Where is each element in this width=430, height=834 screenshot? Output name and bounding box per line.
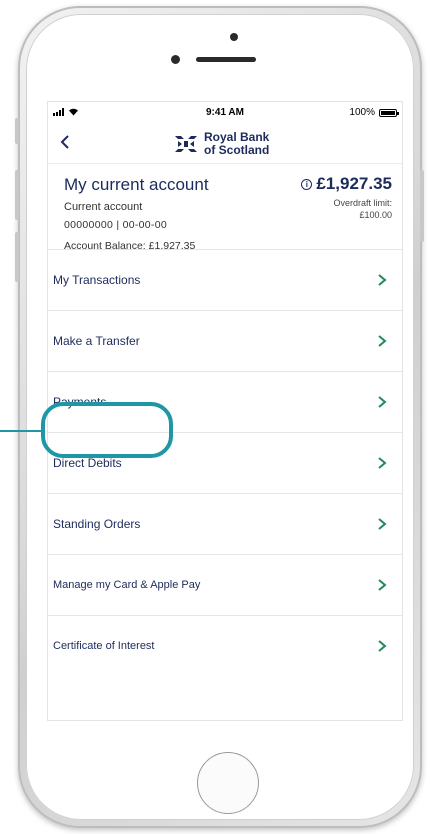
chevron-right-icon bbox=[378, 457, 387, 469]
chevron-right-icon bbox=[378, 579, 387, 591]
brand-line-2: of Scotland bbox=[204, 143, 270, 157]
chevron-right-icon bbox=[378, 640, 387, 652]
brand-name: Royal Bank of Scotland bbox=[204, 131, 269, 157]
status-bar: 9:41 AM 100% bbox=[48, 102, 402, 124]
menu-item-label: Certificate of Interest bbox=[53, 640, 155, 652]
menu-item-label: Manage my Card & Apple Pay bbox=[53, 579, 201, 591]
chevron-right-icon bbox=[378, 335, 387, 347]
mute-switch bbox=[15, 118, 19, 144]
menu-item-label: Make a Transfer bbox=[53, 334, 140, 348]
brand: Royal Bank of Scotland bbox=[173, 131, 269, 157]
rbs-logo-icon bbox=[175, 136, 197, 152]
battery-percent: 100% bbox=[349, 107, 375, 118]
menu-item-label: My Transactions bbox=[53, 273, 141, 287]
account-menu: My Transactions Make a Transfer Payments… bbox=[48, 249, 402, 676]
menu-item-certificate-of-interest[interactable]: Certificate of Interest bbox=[48, 615, 402, 676]
back-chevron-icon[interactable] bbox=[60, 132, 70, 154]
menu-item-my-transactions[interactable]: My Transactions bbox=[48, 249, 402, 310]
menu-item-manage-card-apple-pay[interactable]: Manage my Card & Apple Pay bbox=[48, 554, 402, 615]
highlight-ring bbox=[41, 402, 173, 458]
info-icon[interactable]: i bbox=[301, 178, 313, 190]
menu-item-make-a-transfer[interactable]: Make a Transfer bbox=[48, 310, 402, 371]
menu-item-label: Direct Debits bbox=[53, 456, 122, 470]
status-right: 100% bbox=[349, 107, 399, 118]
account-number: 00000000 | 00-00-00 bbox=[64, 219, 168, 231]
home-button[interactable] bbox=[197, 752, 259, 814]
proximity-sensor bbox=[171, 55, 180, 64]
balance-display: i £1,927.35 bbox=[301, 174, 392, 194]
overdraft-value: £100.00 bbox=[359, 210, 392, 220]
menu-item-standing-orders[interactable]: Standing Orders bbox=[48, 493, 402, 554]
battery-icon bbox=[379, 108, 399, 117]
account-type: Current account bbox=[64, 201, 143, 213]
chevron-right-icon bbox=[378, 274, 387, 286]
navigation-bar: Royal Bank of Scotland bbox=[48, 124, 402, 164]
chevron-right-icon bbox=[378, 396, 387, 408]
callout-line bbox=[0, 430, 42, 432]
earpiece-speaker bbox=[196, 57, 256, 62]
overdraft-limit: Overdraft limit: £100.00 bbox=[333, 197, 392, 221]
overdraft-label: Overdraft limit: bbox=[333, 198, 392, 208]
balance-amount: £1,927.35 bbox=[316, 174, 392, 193]
volume-down-button bbox=[15, 232, 19, 282]
menu-item-label: Standing Orders bbox=[53, 517, 141, 531]
chevron-right-icon bbox=[378, 518, 387, 530]
front-camera bbox=[230, 33, 238, 41]
power-button bbox=[420, 170, 424, 242]
account-summary: My current account Current account 00000… bbox=[48, 164, 402, 254]
account-title: My current account bbox=[64, 175, 209, 194]
volume-up-button bbox=[15, 170, 19, 220]
